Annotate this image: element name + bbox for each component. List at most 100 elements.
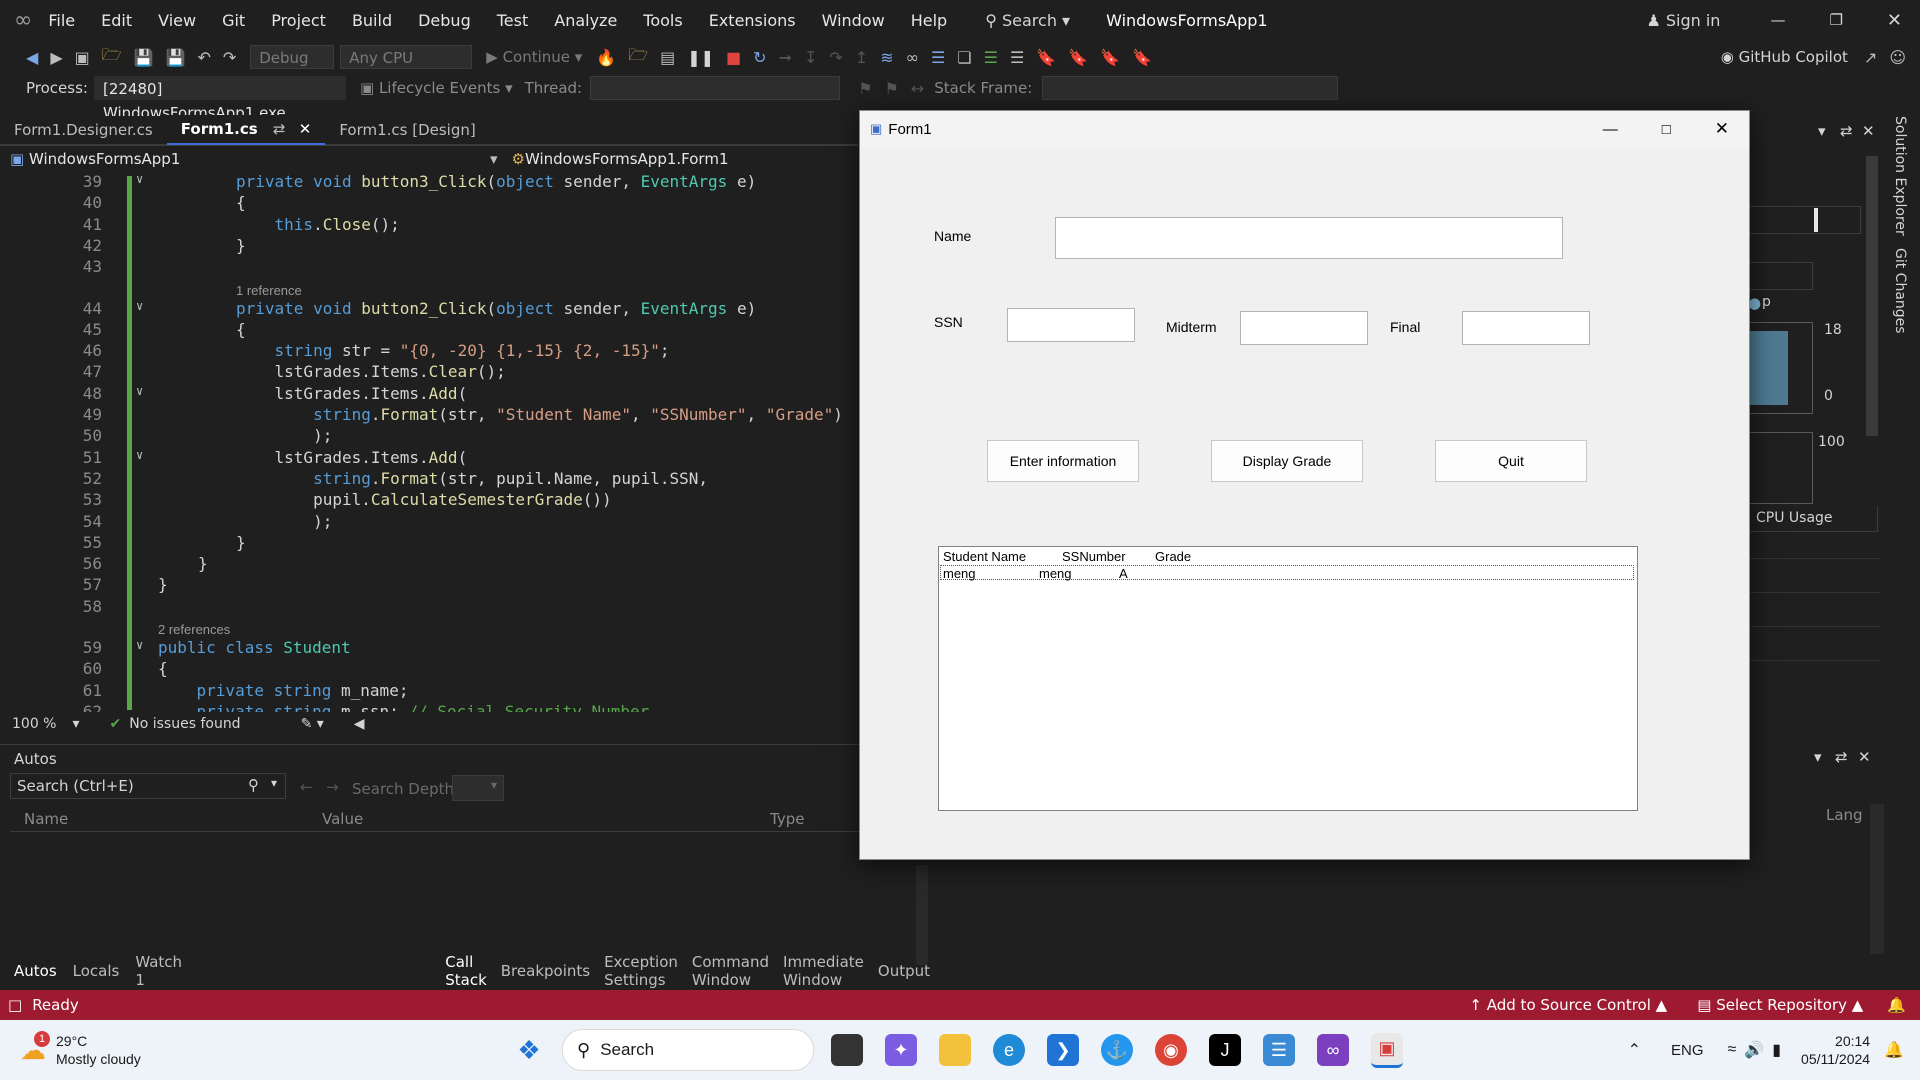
file-explorer-icon[interactable]	[939, 1034, 971, 1066]
copy-icon[interactable]: ❏	[957, 48, 971, 67]
code-line[interactable]: }	[236, 236, 246, 255]
volume-icon[interactable]: 🔊	[1744, 1040, 1764, 1060]
step-out-icon[interactable]: ↥	[855, 48, 868, 67]
autos-search-input[interactable]: Search (Ctrl+E) ⚲ ▾	[10, 773, 286, 799]
tab-exception-settings[interactable]: Exception Settings	[604, 953, 678, 989]
step-over-icon[interactable]: ↷	[829, 48, 842, 67]
enter-information-button[interactable]: Enter information	[987, 440, 1139, 482]
diag-scrollbar[interactable]	[1866, 156, 1878, 436]
final-input[interactable]	[1462, 311, 1590, 345]
panel-close-icon[interactable]: ✕	[1858, 748, 1871, 766]
restore-button[interactable]: ❐	[1829, 11, 1842, 29]
ssn-input[interactable]	[1007, 308, 1135, 342]
filter-icon[interactable]: ↔	[911, 79, 924, 98]
autos-scrollbar[interactable]	[916, 865, 928, 965]
diag-close-icon[interactable]: ✕	[1862, 122, 1875, 140]
tab-form1-design[interactable]: Form1.cs [Design]	[325, 116, 489, 144]
layout-icon[interactable]: ▤	[660, 48, 675, 67]
col-name[interactable]: Name	[24, 810, 68, 828]
code-line[interactable]: pupil.CalculateSemesterGrade())	[236, 490, 612, 509]
name-input[interactable]	[1055, 217, 1563, 259]
search-button[interactable]: ⚲ Search ▾	[985, 11, 1070, 30]
bookmark-clear-icon[interactable]: 🔖	[1132, 48, 1152, 67]
notifications-icon[interactable]: 🔔	[1887, 996, 1906, 1014]
code-line[interactable]: }	[236, 533, 246, 552]
col-lang[interactable]: Lang	[1826, 806, 1863, 824]
start-icon[interactable]: ❖	[513, 1034, 545, 1066]
quit-button[interactable]: Quit	[1435, 440, 1587, 482]
notification-center-icon[interactable]: 🔔	[1884, 1040, 1904, 1060]
edge-icon[interactable]: e	[993, 1034, 1025, 1066]
cleanup-icon[interactable]: ✎ ▾	[301, 716, 324, 732]
stop-icon[interactable]: ■	[726, 48, 741, 67]
close-button[interactable]: ✕	[1887, 10, 1902, 31]
save-icon[interactable]: 💾	[134, 48, 154, 67]
copilot-icon[interactable]: ✦	[885, 1034, 917, 1066]
menu-debug[interactable]: Debug	[418, 11, 471, 30]
issues-status[interactable]: No issues found	[129, 716, 240, 732]
code-line[interactable]: string.Format(str, pupil.Name, pupil.SSN…	[236, 469, 708, 488]
tab-form1-designer[interactable]: Form1.Designer.cs	[0, 116, 167, 144]
git-changes-tab[interactable]: Git Changes	[1892, 248, 1908, 334]
menu-test[interactable]: Test	[497, 11, 529, 30]
display-grade-button[interactable]: Display Grade	[1211, 440, 1363, 482]
code-line[interactable]: lstGrades.Items.Add(	[236, 448, 468, 467]
code-line[interactable]: string str = "{0, -20} {1,-15} {2, -15}"…	[236, 341, 670, 360]
code-line[interactable]: private string m_name;	[158, 681, 409, 700]
zoom-combo[interactable]: 100 %	[12, 716, 56, 732]
hot-reload-icon[interactable]: 🔥	[596, 48, 616, 67]
threads-icon[interactable]: ☰	[931, 48, 945, 67]
diagnostics-icon[interactable]: ≋	[880, 48, 893, 67]
class-nav-dropdown[interactable]: ⚙WindowsFormsApp1.Form1	[512, 150, 729, 168]
collapse-icon[interactable]: ∨	[136, 638, 143, 652]
code-line[interactable]: }	[198, 554, 208, 573]
menu-file[interactable]: File	[48, 11, 75, 30]
search-depth-combo[interactable]: ▾	[452, 775, 504, 801]
code-line[interactable]: {	[236, 320, 246, 339]
back-icon[interactable]: ◀	[26, 48, 38, 67]
notepad-icon[interactable]: ☰	[1263, 1034, 1295, 1066]
flag-all-icon[interactable]: ⚑	[884, 79, 898, 98]
open-folder-icon[interactable]: 🗁	[102, 44, 122, 71]
tab-form1-cs[interactable]: Form1.cs ⇄ ✕	[166, 115, 326, 145]
cpu-usage-tab[interactable]: CPU Usage	[1748, 506, 1878, 532]
outdent-icon[interactable]: ☰	[1010, 48, 1024, 67]
minimize-button[interactable]: —	[1770, 11, 1785, 29]
bookmark-icon[interactable]: 🔖	[1036, 48, 1056, 67]
code-line[interactable]: );	[236, 512, 332, 531]
show-next-statement-icon[interactable]: ➞	[779, 48, 792, 67]
code-line[interactable]: {	[236, 193, 246, 212]
grades-listbox[interactable]: Student Name SSNumber Grade meng meng A	[938, 546, 1638, 811]
jetbrains-icon[interactable]: J	[1209, 1034, 1241, 1066]
visual-studio-icon[interactable]: ∞	[1317, 1034, 1349, 1066]
panel-scrollbar[interactable]	[1870, 804, 1884, 954]
vscode-icon[interactable]: ❯	[1047, 1034, 1079, 1066]
signin-button[interactable]: ♟ Sign in	[1646, 11, 1720, 30]
collapse-icon[interactable]: ∨	[136, 384, 143, 398]
menu-project[interactable]: Project	[271, 11, 326, 30]
menu-view[interactable]: View	[158, 11, 196, 30]
step-into-icon[interactable]: ↧	[804, 48, 817, 67]
panel-dropdown-icon[interactable]: ▾	[1814, 748, 1822, 766]
input-language[interactable]: ENG	[1671, 1042, 1704, 1059]
panel-pin-icon[interactable]: ⇄	[1835, 748, 1848, 766]
hex-icon[interactable]: ∞	[906, 48, 919, 67]
form-minimize-button[interactable]: —	[1603, 121, 1618, 138]
winforms-app-icon[interactable]: ▣	[1371, 1032, 1403, 1068]
menu-git[interactable]: Git	[222, 11, 245, 30]
code-line[interactable]: string.Format(str, "Student Name", "SSNu…	[236, 405, 843, 424]
show-hidden-icons[interactable]: ⌃	[1628, 1040, 1641, 1060]
pause-icon[interactable]: ❚❚	[687, 48, 714, 67]
platform-combo[interactable]: Any CPU	[340, 45, 473, 69]
col-value[interactable]: Value	[322, 810, 363, 828]
flag-icon[interactable]: ⚑	[858, 79, 872, 98]
config-combo[interactable]: Debug	[250, 45, 335, 69]
list-item[interactable]: meng meng A	[940, 565, 1634, 581]
code-line[interactable]: private void button2_Click(object sender…	[236, 299, 756, 318]
collapse-icon[interactable]: ∨	[136, 172, 143, 186]
save-all-icon[interactable]: 💾	[166, 48, 186, 67]
docker-icon[interactable]: ⚓	[1101, 1034, 1133, 1066]
bookmark-next-icon[interactable]: 🔖	[1100, 48, 1120, 67]
code-line[interactable]: private string m_ssn; // Social Security…	[158, 702, 650, 712]
col-type[interactable]: Type	[770, 810, 804, 828]
